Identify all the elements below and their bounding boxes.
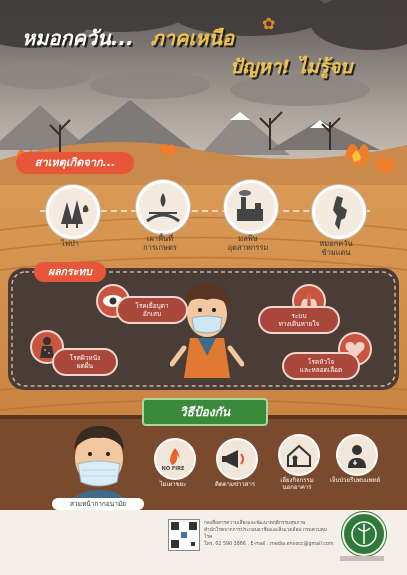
qr-code <box>168 519 200 551</box>
prevention-circle-nofire <box>154 438 196 480</box>
sun-leaf-icon: ✿ <box>262 14 276 33</box>
footer-line-3: โทร. 02 590 3866 , E-mail : media.envocc… <box>204 542 334 547</box>
cause-label-forest: ไฟป่า <box>60 239 80 248</box>
effects-heading: ผลกระทบ <box>34 262 106 282</box>
prevention-label-news: ติดตามข่าวสาร <box>214 481 256 488</box>
prevention-circle-news <box>216 438 258 480</box>
forest-fire-icon <box>61 200 89 228</box>
doctor-icon <box>348 445 366 468</box>
infographic-poster: หมอกควัน... ภาคเหนือ ✿ ปัญหา! ไม่รู้จบ ส… <box>0 0 407 575</box>
megaphone-icon <box>222 450 244 468</box>
prevention-label-nofire: ไม่เผาขยะ <box>159 481 187 488</box>
cause-circle-forest <box>46 185 100 239</box>
mask-label: สวมหน้ากากอนามัย <box>52 498 144 510</box>
map-icon <box>333 196 347 230</box>
man-with-mask-illustration <box>64 426 134 510</box>
fire-badge: NO FIRE <box>161 466 185 472</box>
effect-lungs-label: ระบบ ทางเดินหายใจ <box>258 306 340 334</box>
boy-with-mask-illustration <box>170 284 244 378</box>
cause-label-factory: มลพิษ อุตสาหกรรม <box>227 234 269 252</box>
effect-eye-label: โรคเยื่อบุตา อักเสบ <box>116 296 188 324</box>
cause-circle-farm <box>136 180 190 234</box>
ministry-logo-caption <box>340 556 384 561</box>
title-left: หมอกควัน... <box>22 26 134 50</box>
cause-circle-factory <box>224 180 278 234</box>
causes-heading: สาเหตุเกิดจาก... <box>16 152 134 174</box>
prevention-circle-indoor <box>278 434 320 476</box>
page-subtitle: ปัญหา! ไม่รู้จบ <box>230 56 353 78</box>
cause-label-haze: หมอกควัน ข้ามแดน <box>319 239 353 257</box>
cause-label-farm: เผาพื้นที่ การเกษตร <box>143 234 177 252</box>
house-icon <box>287 444 311 467</box>
title-right: ภาคเหนือ <box>150 26 235 50</box>
prevention-heading: วิธีป้องกัน <box>179 405 231 419</box>
farm-burning-icon <box>146 193 180 223</box>
cause-circle-haze <box>312 185 366 239</box>
effect-heart-label: โรคหัวใจ และหลอดเลือด <box>282 352 360 380</box>
factory-icon <box>237 190 263 221</box>
ministry-emblem-icon <box>351 521 377 547</box>
prevention-circle-doctor <box>336 434 378 476</box>
no-fire-icon <box>170 448 180 465</box>
prevention-label-doctor: เจ็บป่วยรีบพบแพทย์ <box>329 477 381 484</box>
ministry-logo <box>342 512 386 556</box>
qr-code-icon <box>171 522 197 548</box>
prevention-label-indoor: เลี่ยงกิจกรรม นอกอาคาร <box>280 477 314 491</box>
page-title: หมอกควัน... ภาคเหนือ <box>22 24 382 52</box>
prevention-heading-box: วิธีป้องกัน <box>142 398 268 426</box>
effect-skin-label: โรคผิวหนัง ผดผื่น <box>52 348 118 376</box>
footer-text: กองสื่อสารความเสี่ยงและพัฒนาพฤติกรรมสุขภ… <box>204 520 334 548</box>
footer-line-2: สำนักโรคจากการประกอบอาชีพและสิ่งแวดล้อม … <box>204 528 328 540</box>
footer-line-1: กองสื่อสารความเสี่ยงและพัฒนาพฤติกรรมสุขภ… <box>204 521 306 526</box>
